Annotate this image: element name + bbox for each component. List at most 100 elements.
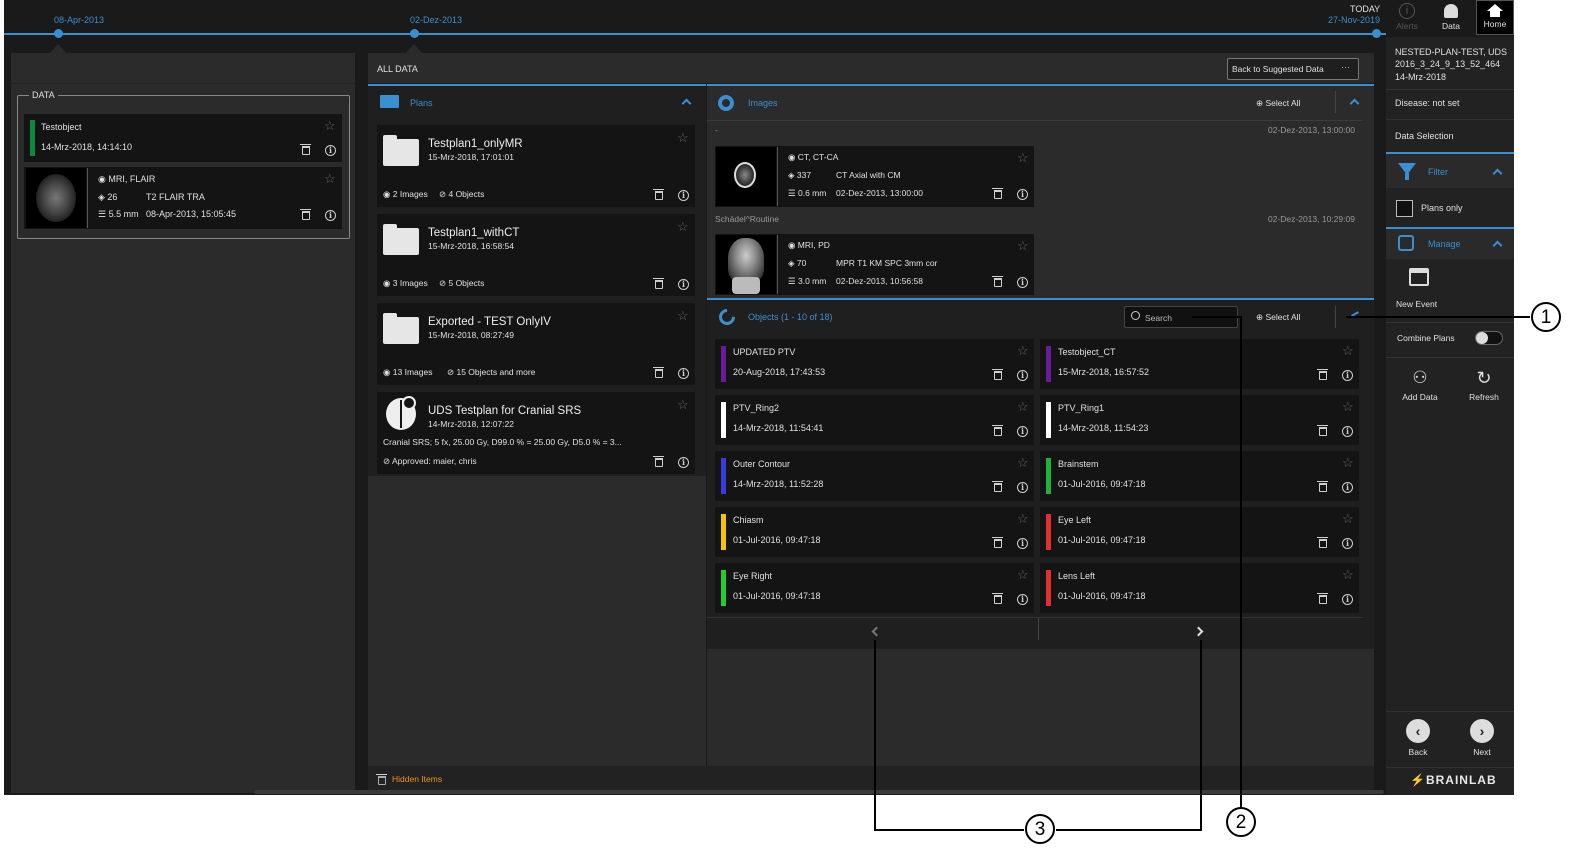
delete-trash-icon[interactable] (1317, 537, 1328, 548)
favorite-star-icon[interactable]: ☆ (677, 398, 689, 411)
plan-card[interactable]: Exported - TEST OnlyIV 15-Mrz-2018, 08:2… (377, 303, 695, 385)
timeline-marker-2[interactable] (410, 29, 419, 38)
favorite-star-icon[interactable]: ☆ (1017, 568, 1029, 581)
delete-trash-icon[interactable] (653, 189, 664, 200)
object-card[interactable]: Brainstem 01-Jul-2016, 09:47:18 ☆ i (1040, 451, 1359, 501)
object-card[interactable]: Lens Left 01-Jul-2016, 09:47:18 ☆ i (1040, 563, 1359, 613)
plans-only-checkbox[interactable] (1396, 200, 1413, 217)
favorite-star-icon[interactable]: ☆ (1342, 344, 1354, 357)
info-icon[interactable]: i (1017, 189, 1028, 200)
delete-trash-icon[interactable] (992, 481, 1003, 492)
refresh-button[interactable]: ↻ Refresh (1461, 368, 1507, 408)
home-nav-button[interactable]: Home (1476, 0, 1514, 35)
info-icon[interactable]: i (1342, 370, 1353, 381)
delete-trash-icon[interactable] (992, 188, 1003, 199)
favorite-star-icon[interactable]: ☆ (1017, 400, 1029, 413)
data-nav-button[interactable]: Data (1430, 0, 1472, 35)
delete-trash-icon[interactable] (653, 456, 664, 467)
delete-trash-icon[interactable] (992, 593, 1003, 604)
timeline-marker-today[interactable] (1372, 29, 1381, 38)
filter-section-header[interactable]: Filter (1386, 154, 1514, 188)
plan-card[interactable]: Testplan1_onlyMR 15-Mrz-2018, 17:01:01 ◉… (377, 125, 695, 207)
info-icon[interactable]: i (1342, 482, 1353, 493)
delete-trash-icon[interactable] (1317, 593, 1328, 604)
favorite-star-icon[interactable]: ☆ (1017, 344, 1029, 357)
info-icon[interactable]: i (1342, 538, 1353, 549)
image-card-mri[interactable]: ◉ MRI, PD ◈ 70 MPR T1 KM SPC 3mm cor ☰ 3… (715, 234, 1034, 295)
back-to-suggested-data-button[interactable]: Back to Suggested Data ··· (1227, 58, 1359, 80)
info-icon[interactable]: i (678, 457, 689, 468)
next-button[interactable]: › Next (1462, 719, 1502, 763)
object-color-bar (721, 346, 726, 382)
data-item-mri-flair[interactable]: ◉ MRI, FLAIR ◈ 26 T2 FLAIR TRA ☰ 5.5 mm … (24, 167, 342, 229)
info-icon[interactable]: i (678, 368, 689, 379)
plan-card[interactable]: Testplan1_withCT 15-Mrz-2018, 16:58:54 ◉… (377, 214, 695, 296)
info-icon[interactable]: i (1342, 594, 1353, 605)
image-card-ct[interactable]: ◉ CT, CT-CA ◈ 337 CT Axial with CM ☰ 0.6… (715, 146, 1034, 207)
object-card[interactable]: Outer Contour 14-Mrz-2018, 11:52:28 ☆ i (715, 451, 1034, 501)
info-icon[interactable]: i (1017, 277, 1028, 288)
object-card[interactable]: UPDATED PTV 20-Aug-2018, 17:43:53 ☆ i (715, 339, 1034, 389)
info-icon[interactable]: i (1017, 538, 1028, 549)
delete-trash-icon[interactable] (300, 209, 311, 220)
alerts-button[interactable]: i Alerts (1386, 0, 1428, 35)
favorite-star-icon[interactable]: ☆ (1017, 151, 1029, 164)
info-icon[interactable]: i (1342, 426, 1353, 437)
filter-collapse-chevron-icon[interactable] (1492, 168, 1503, 179)
object-card[interactable]: PTV_Ring1 14-Mrz-2018, 11:54:23 ☆ i (1040, 395, 1359, 445)
favorite-star-icon[interactable]: ☆ (324, 172, 336, 185)
images-select-all-button[interactable]: ⊕ Select All (1256, 98, 1300, 109)
delete-trash-icon[interactable] (992, 425, 1003, 436)
object-name: Testobject_CT (1058, 347, 1116, 357)
info-icon[interactable]: i (1017, 426, 1028, 437)
brainlab-logo: ⚡BRAINLAB (1410, 773, 1497, 787)
object-color-bar (721, 402, 726, 438)
favorite-star-icon[interactable]: ☆ (1342, 568, 1354, 581)
favorite-star-icon[interactable]: ☆ (1342, 400, 1354, 413)
info-icon[interactable]: i (678, 190, 689, 201)
favorite-star-icon[interactable]: ☆ (677, 131, 689, 144)
info-icon[interactable]: i (1017, 482, 1028, 493)
brain-srs-icon (386, 396, 416, 430)
favorite-star-icon[interactable]: ☆ (1017, 239, 1029, 252)
right-sidebar: NESTED-PLAN-TEST, UDS 2016_3_24_9_13_52_… (1386, 37, 1514, 795)
favorite-star-icon[interactable]: ☆ (1017, 456, 1029, 469)
horizontal-scrollbar[interactable] (254, 790, 1384, 794)
hidden-items-bar[interactable]: Hidden Items (368, 766, 1374, 793)
combine-plans-toggle[interactable] (1475, 331, 1503, 345)
object-card[interactable]: Chiasm 01-Jul-2016, 09:47:18 ☆ i (715, 507, 1034, 557)
delete-trash-icon[interactable] (300, 144, 311, 155)
timeline-marker-1[interactable] (54, 29, 63, 38)
delete-trash-icon[interactable] (1317, 481, 1328, 492)
favorite-star-icon[interactable]: ☆ (1017, 512, 1029, 525)
info-icon[interactable]: i (325, 210, 336, 221)
objects-select-all-button[interactable]: ⊕ Select All (1256, 312, 1300, 323)
delete-trash-icon[interactable] (992, 369, 1003, 380)
info-icon[interactable]: i (325, 145, 336, 156)
favorite-star-icon[interactable]: ☆ (677, 309, 689, 322)
object-card[interactable]: Eye Right 01-Jul-2016, 09:47:18 ☆ i (715, 563, 1034, 613)
object-card[interactable]: Testobject_CT 15-Mrz-2018, 16:57:52 ☆ i (1040, 339, 1359, 389)
back-button[interactable]: ‹ Back (1398, 719, 1438, 763)
data-selection-link[interactable]: Data Selection (1395, 131, 1454, 141)
object-card[interactable]: PTV_Ring2 14-Mrz-2018, 11:54:41 ☆ i (715, 395, 1034, 445)
data-item-testobject[interactable]: Testobject 14-Mrz-2018, 14:14:10 ☆ i (24, 114, 342, 162)
delete-trash-icon[interactable] (992, 537, 1003, 548)
manage-collapse-chevron-icon[interactable] (1492, 240, 1503, 251)
delete-trash-icon[interactable] (653, 367, 664, 378)
favorite-star-icon[interactable]: ☆ (677, 220, 689, 233)
add-data-button[interactable]: ⚇ Add Data (1398, 368, 1442, 408)
delete-trash-icon[interactable] (1317, 369, 1328, 380)
delete-trash-icon[interactable] (653, 278, 664, 289)
manage-section-header[interactable]: Manage (1386, 229, 1514, 259)
delete-trash-icon[interactable] (1317, 425, 1328, 436)
plan-card[interactable]: UDS Testplan for Cranial SRS 14-Mrz-2018… (377, 392, 695, 474)
info-icon[interactable]: i (678, 279, 689, 290)
object-card[interactable]: Eye Left 01-Jul-2016, 09:47:18 ☆ i (1040, 507, 1359, 557)
favorite-star-icon[interactable]: ☆ (1342, 512, 1354, 525)
info-icon[interactable]: i (1017, 594, 1028, 605)
favorite-star-icon[interactable]: ☆ (1342, 456, 1354, 469)
info-icon[interactable]: i (1017, 370, 1028, 381)
favorite-star-icon[interactable]: ☆ (324, 119, 336, 132)
delete-trash-icon[interactable] (992, 276, 1003, 287)
